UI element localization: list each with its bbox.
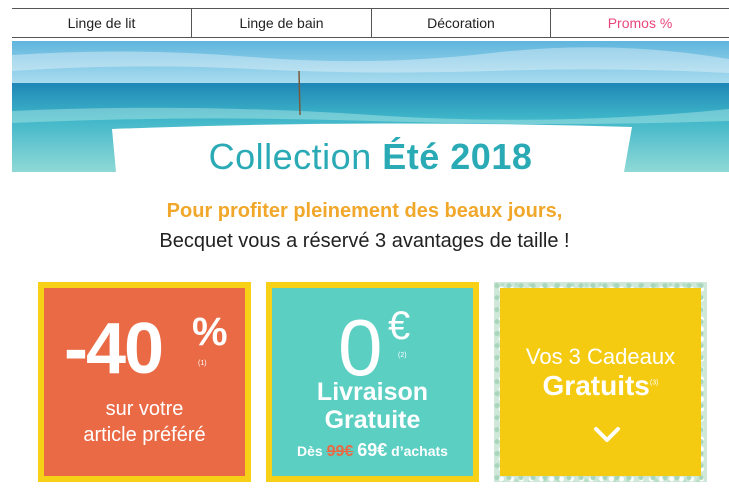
discount-line-2: article préféré xyxy=(83,424,206,446)
intro-headline: Pour profiter pleinement des beaux jours… xyxy=(166,200,563,222)
new-threshold: 69€ xyxy=(357,440,388,460)
footnote-2: (2) xyxy=(398,352,407,359)
footnote-1: (1) xyxy=(198,360,207,367)
collection-title-bold: Été 2018 xyxy=(382,136,533,172)
nav-item-decoration[interactable]: Décoration xyxy=(371,9,550,37)
discount-value: -40 xyxy=(64,309,164,389)
gifts-line-1: Vos 3 Cadeaux xyxy=(525,344,676,369)
nav-item-linge-de-bain[interactable]: Linge de bain xyxy=(191,9,371,37)
offer-card-shipping[interactable]: 0 € (2) Livraison Gratuite Dès 99€ 69€ d… xyxy=(266,282,479,482)
top-navigation: Linge de lit Linge de bain Décoration Pr… xyxy=(12,8,729,38)
shipping-threshold: Dès 99€ 69€ d’achats xyxy=(272,440,473,461)
euro-sign: € xyxy=(388,304,411,348)
threshold-prefix: Dès xyxy=(297,443,323,459)
threshold-suffix: d’achats xyxy=(391,443,448,459)
hero-banner[interactable]: Collection Été 2018 xyxy=(12,41,729,172)
footnote-3: (3) xyxy=(649,379,659,387)
intro-subline: Becquet vous a réservé 3 avantages de ta… xyxy=(159,230,570,252)
percent-sign: % xyxy=(192,310,228,354)
offer-card-discount[interactable]: -40 % (1) sur votre article préféré xyxy=(38,282,251,482)
offer-card-gifts[interactable]: Vos 3 Cadeaux Gratuits(3) xyxy=(494,282,707,482)
chevron-down-icon[interactable] xyxy=(593,426,621,444)
discount-line-1: sur votre xyxy=(105,398,184,420)
nav-item-promos[interactable]: Promos % xyxy=(550,9,729,37)
nav-item-linge-de-lit[interactable]: Linge de lit xyxy=(12,9,191,37)
gifts-label: Gratuits xyxy=(542,370,650,401)
collection-title: Collection Été 2018 xyxy=(12,136,729,172)
gifts-line-2: Gratuits(3) xyxy=(500,370,701,402)
shipping-line-1: Livraison xyxy=(316,378,429,406)
old-threshold: 99€ xyxy=(326,443,354,460)
shipping-line-2: Gratuite xyxy=(324,406,421,434)
collection-title-regular: Collection xyxy=(208,136,372,172)
